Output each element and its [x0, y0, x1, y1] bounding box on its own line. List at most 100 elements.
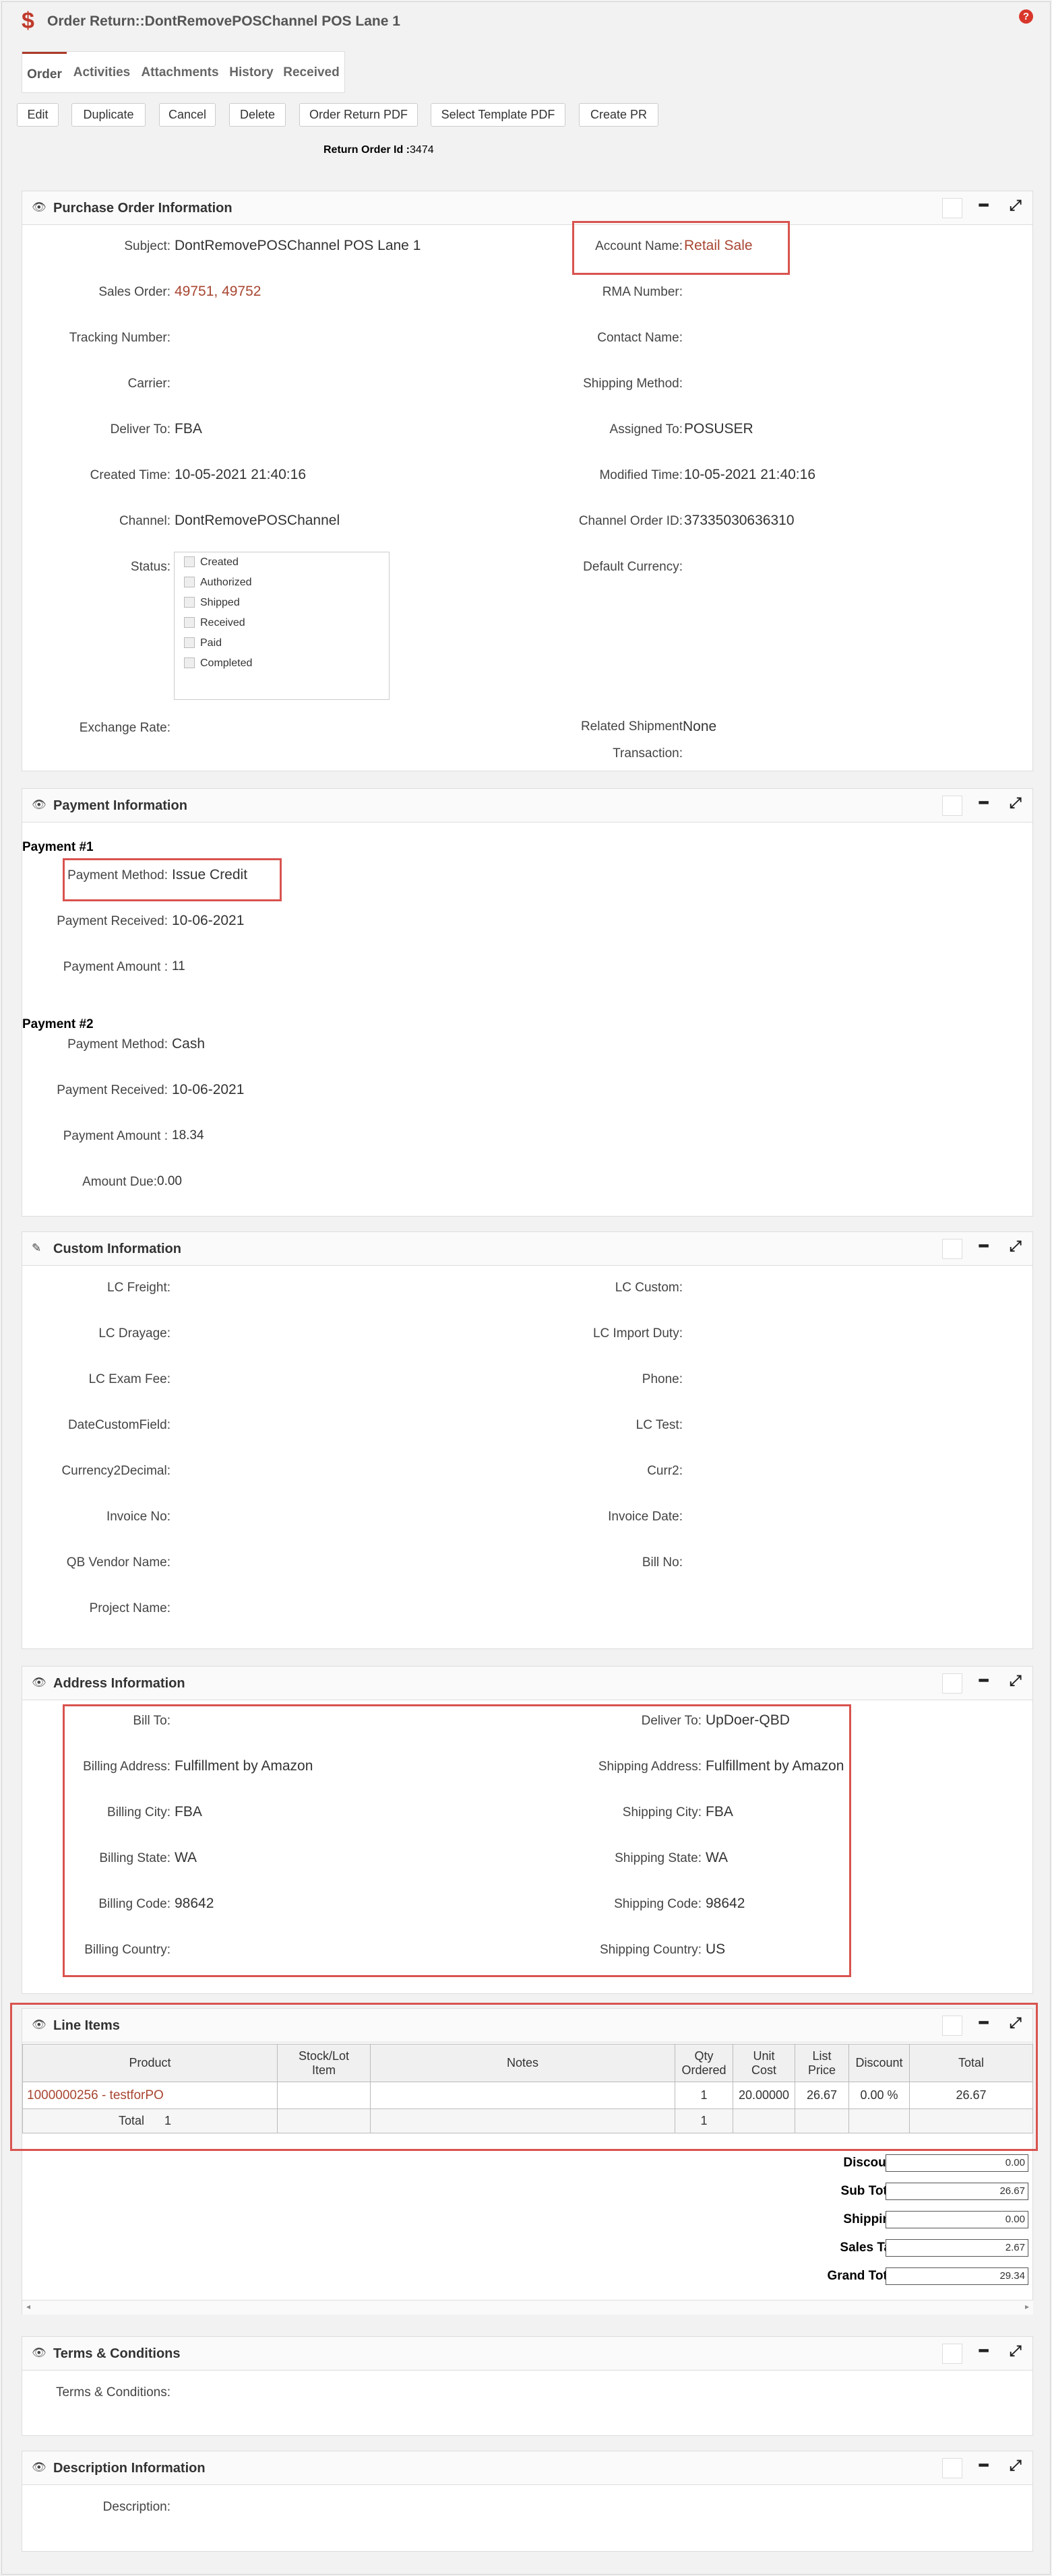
panel-checkbox[interactable]: [942, 198, 962, 218]
carrier-label: Carrier:: [127, 377, 171, 391]
status-option: Created: [200, 556, 239, 568]
eye-icon[interactable]: 👁: [32, 798, 47, 812]
eye-icon[interactable]: 👁: [32, 2461, 47, 2474]
phone-label: Phone:: [642, 1372, 683, 1386]
shipping-total-field: 0.00: [886, 2211, 1028, 2228]
lc-exam-fee-label: LC Exam Fee:: [88, 1372, 171, 1386]
minimize-icon[interactable]: ━: [979, 794, 988, 812]
terms-label: Terms & Conditions:: [55, 2385, 171, 2400]
cancel-button[interactable]: Cancel: [159, 103, 216, 127]
highlight-box: [63, 1704, 851, 1977]
tab-order[interactable]: Order: [22, 52, 67, 94]
panel-checkbox[interactable]: [942, 2458, 962, 2478]
status-option: Paid: [200, 637, 222, 649]
select-template-pdf-button[interactable]: Select Template PDF: [431, 103, 565, 127]
tab-received[interactable]: Received: [278, 52, 344, 94]
minimize-icon[interactable]: ━: [979, 1237, 988, 1255]
edit-icon[interactable]: ✎: [32, 1242, 41, 1255]
payment-amount-label: Payment Amount :: [63, 1129, 168, 1143]
status-checkbox[interactable]: [184, 657, 195, 668]
modified-time-value: 10-05-2021 21:40:16: [684, 467, 815, 482]
qb-vendor-name-label: QB Vendor Name:: [66, 1555, 171, 1570]
shipping-total-label: Shipping:: [843, 2212, 902, 2226]
order-return-pdf-button[interactable]: Order Return PDF: [299, 103, 418, 127]
horizontal-scrollbar[interactable]: ◂ ▸: [22, 2300, 1033, 2315]
expand-icon[interactable]: ⤢: [1010, 2342, 1022, 2360]
assigned-to-label: Assigned To:: [609, 422, 683, 437]
status-option: Authorized: [200, 577, 252, 588]
assigned-to-value: POSUSER: [684, 421, 753, 437]
related-shipment-label: Related Shipment: [580, 719, 683, 734]
subject-label: Subject:: [124, 239, 171, 253]
duplicate-button[interactable]: Duplicate: [71, 103, 146, 127]
panel-checkbox[interactable]: [942, 796, 962, 816]
tab-activities[interactable]: Activities: [68, 52, 135, 94]
tab-attachments[interactable]: Attachments: [135, 52, 224, 94]
payment-1-heading: Payment #1: [22, 840, 94, 854]
help-icon[interactable]: ?: [1019, 9, 1033, 24]
scroll-left-icon[interactable]: ◂: [26, 2302, 30, 2311]
lc-test-label: LC Test:: [636, 1418, 683, 1432]
expand-icon[interactable]: ⤢: [1010, 1672, 1022, 1689]
panel-checkbox[interactable]: [942, 2344, 962, 2364]
sales-order-link[interactable]: 49751, 49752: [175, 284, 261, 300]
status-checkbox[interactable]: [184, 577, 195, 587]
panel-title: Payment Information: [53, 798, 187, 813]
status-options: Created Authorized Shipped Received Paid…: [184, 556, 379, 691]
transaction-label: Transaction:: [613, 746, 683, 761]
payment-method-label: Payment Method:: [67, 1037, 168, 1052]
status-checkbox[interactable]: [184, 597, 195, 608]
minimize-icon[interactable]: ━: [979, 2342, 988, 2360]
delete-button[interactable]: Delete: [229, 103, 286, 127]
grand-total-label: Grand Total:: [827, 2269, 902, 2283]
panel-checkbox[interactable]: [942, 1239, 962, 1259]
highlight-box: [572, 221, 790, 275]
amount-due-value: 0.00: [157, 1174, 182, 1188]
panel-title: Description Information: [53, 2461, 206, 2476]
payment-amount-label: Payment Amount :: [63, 960, 168, 974]
grand-total-field: 29.34: [886, 2267, 1028, 2285]
contact-name-label: Contact Name:: [597, 331, 683, 345]
create-pr-button[interactable]: Create PR: [579, 103, 658, 127]
custom-panel: ✎ Custom Information ━ ⤢ LC Freight: LC …: [22, 1231, 1033, 1649]
status-option: Shipped: [200, 597, 240, 608]
scroll-right-icon[interactable]: ▸: [1025, 2302, 1029, 2311]
expand-icon[interactable]: ⤢: [1010, 794, 1022, 812]
invoice-date-label: Invoice Date:: [608, 1510, 683, 1524]
lc-freight-label: LC Freight:: [107, 1281, 171, 1295]
exchange-rate-label: Exchange Rate:: [79, 721, 171, 735]
sales-tax-field: 2.67: [886, 2239, 1028, 2257]
date-custom-field-label: DateCustomField:: [67, 1418, 171, 1432]
payment-method-value: Cash: [172, 1036, 206, 1052]
minimize-icon[interactable]: ━: [979, 1672, 988, 1689]
eye-icon[interactable]: 👁: [32, 201, 47, 214]
eye-icon[interactable]: 👁: [32, 2346, 47, 2360]
description-panel: 👁 Description Information ━ ⤢ Descriptio…: [22, 2451, 1033, 2552]
return-order-id: Return Order Id :3474: [323, 144, 434, 156]
minimize-icon[interactable]: ━: [979, 2457, 988, 2474]
payment-received-label: Payment Received:: [57, 914, 168, 928]
status-option: Completed: [200, 657, 253, 669]
eye-icon[interactable]: 👁: [32, 1676, 47, 1689]
minimize-icon[interactable]: ━: [979, 197, 988, 214]
amount-due-label: Amount Due:: [82, 1175, 157, 1189]
related-shipment-value: None: [683, 719, 717, 734]
created-time-label: Created Time:: [90, 468, 171, 482]
expand-icon[interactable]: ⤢: [1010, 2457, 1022, 2474]
discount-total-label: Discount:: [843, 2156, 902, 2170]
tab-history[interactable]: History: [224, 52, 278, 94]
status-list: Created Authorized Shipped Received Paid…: [174, 552, 390, 700]
highlight-box: [10, 2003, 1038, 2151]
status-checkbox[interactable]: [184, 617, 195, 628]
purchase-order-panel: 👁 Purchase Order Information ━ ⤢ Subject…: [22, 191, 1033, 771]
status-checkbox[interactable]: [184, 556, 195, 567]
tracking-number-label: Tracking Number:: [69, 331, 171, 345]
status-checkbox[interactable]: [184, 637, 195, 648]
edit-button[interactable]: Edit: [17, 103, 59, 127]
payment-amount-value: 11: [172, 959, 185, 973]
expand-icon[interactable]: ⤢: [1010, 197, 1022, 214]
expand-icon[interactable]: ⤢: [1010, 1237, 1022, 1255]
payment-received-value: 10-06-2021: [172, 913, 245, 928]
panel-checkbox[interactable]: [942, 1673, 962, 1694]
shipping-method-label: Shipping Method:: [583, 377, 683, 391]
